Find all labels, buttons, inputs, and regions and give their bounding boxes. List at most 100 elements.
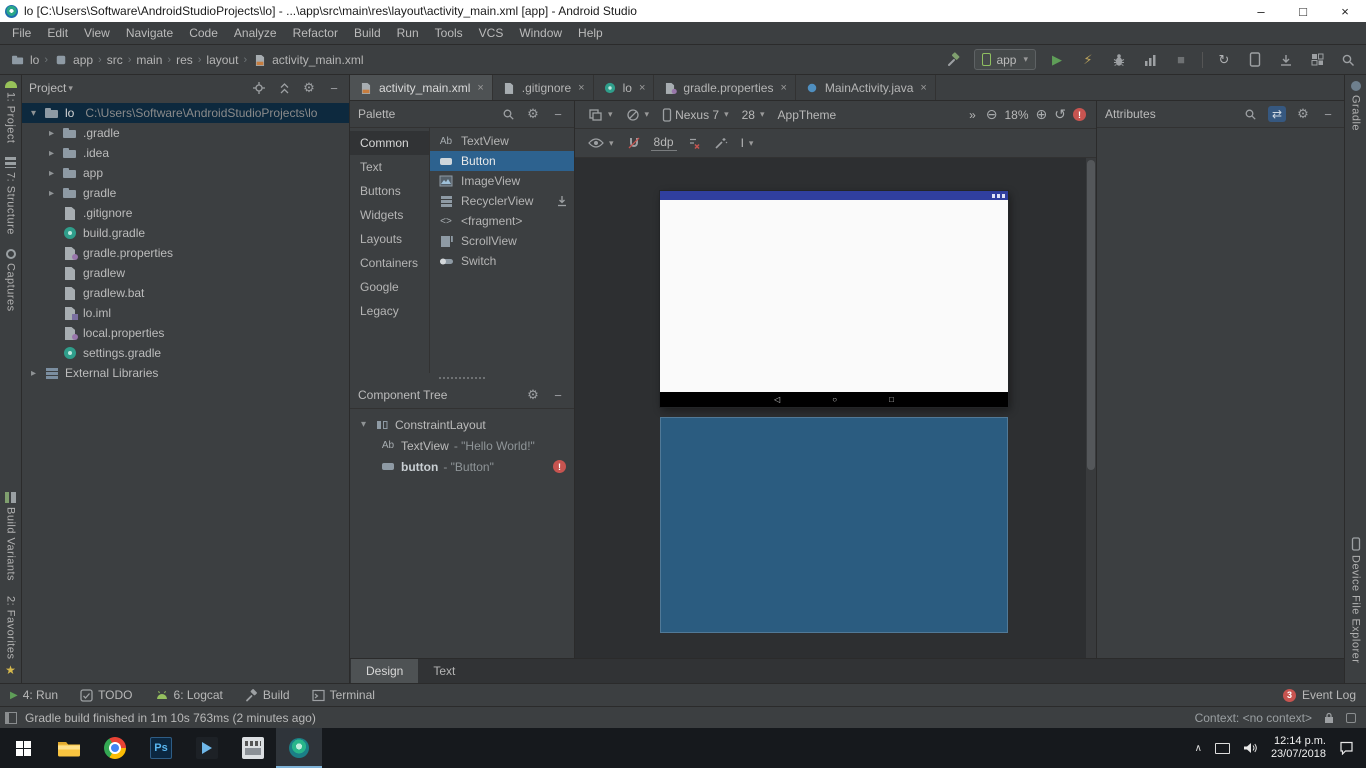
hide-panel-icon[interactable]: − (550, 387, 566, 403)
breadcrumb-app[interactable]: app (51, 52, 95, 68)
palette-category-containers[interactable]: Containers (350, 251, 429, 275)
debug-icon[interactable] (1109, 50, 1129, 70)
toolwindow-project-button[interactable]: 1: Project (5, 81, 17, 143)
media-app-button[interactable] (184, 728, 230, 768)
volume-icon[interactable] (1243, 742, 1258, 754)
breadcrumb-res[interactable]: res (174, 53, 195, 67)
chevron-right-icon[interactable]: ▸ (28, 368, 39, 379)
hide-panel-icon[interactable]: − (550, 106, 566, 122)
maximize-button[interactable]: □ (1282, 0, 1324, 22)
gear-icon[interactable]: ⚙ (525, 106, 541, 122)
chevron-right-icon[interactable]: ▸ (46, 188, 57, 199)
palette-category-widgets[interactable]: Widgets (350, 203, 429, 227)
menu-build[interactable]: Build (346, 22, 389, 44)
toolwindow-logcat-button[interactable]: 6: Logcat (155, 688, 223, 702)
toolwindow-gradle-button[interactable]: Gradle (1350, 81, 1362, 131)
palette-category-text[interactable]: Text (350, 155, 429, 179)
toolwindow-build-variants-button[interactable]: Build Variants (5, 492, 17, 581)
palette-item-button[interactable]: Button (430, 151, 574, 171)
menu-navigate[interactable]: Navigate (118, 22, 181, 44)
overflow-actions[interactable]: » (966, 108, 979, 122)
hidden-icons-chevron[interactable]: ∧ (1195, 743, 1202, 754)
palette-item-recyclerview[interactable]: RecyclerView (430, 191, 574, 211)
menu-edit[interactable]: Edit (39, 22, 76, 44)
toolwindow-structure-button[interactable]: 7: Structure (5, 157, 17, 235)
palette-category-buttons[interactable]: Buttons (350, 179, 429, 203)
chevron-down-icon[interactable]: ▾ (358, 419, 369, 430)
orientation-selector[interactable]: ▾ (623, 108, 653, 122)
toggle-all-attributes-icon[interactable]: ⇄ (1268, 106, 1286, 122)
close-icon[interactable]: × (578, 82, 584, 94)
palette-item-imageview[interactable]: ImageView (430, 171, 574, 191)
display-icon[interactable] (1215, 743, 1230, 754)
tree-item-gradle-properties[interactable]: gradle.properties (22, 243, 349, 263)
gear-icon[interactable]: ⚙ (525, 387, 541, 403)
chevron-right-icon[interactable]: ▸ (46, 148, 57, 159)
scroll-from-source-icon[interactable] (251, 80, 267, 96)
gear-icon[interactable]: ⚙ (301, 80, 317, 96)
close-icon[interactable]: × (780, 82, 786, 94)
api-selector[interactable]: 28 ▾ (739, 108, 768, 122)
render-errors-badge[interactable]: ! (1073, 108, 1086, 121)
file-explorer-button[interactable] (46, 728, 92, 768)
tree-item-build-gradle[interactable]: build.gradle (22, 223, 349, 243)
editor-tab-gradle-properties[interactable]: gradle.properties × (654, 75, 796, 100)
menu-help[interactable]: Help (570, 22, 611, 44)
close-button[interactable]: × (1324, 0, 1366, 22)
toolwindow-captures-button[interactable]: Captures (5, 249, 17, 312)
close-icon[interactable]: × (477, 82, 483, 94)
palette-category-google[interactable]: Google (350, 275, 429, 299)
chrome-button[interactable] (92, 728, 138, 768)
autoconnect-toggle[interactable] (624, 136, 644, 150)
toolwindow-terminal-button[interactable]: Terminal (312, 688, 375, 702)
project-panel-title[interactable]: Project (29, 81, 66, 95)
chevron-right-icon[interactable]: ▸ (46, 168, 57, 179)
android-studio-taskbar-button[interactable] (276, 728, 322, 768)
design-canvas[interactable]: ◁ ○ □ (575, 158, 1096, 658)
menu-tools[interactable]: Tools (427, 22, 471, 44)
editor-tab-activity-main[interactable]: activity_main.xml × (350, 75, 493, 100)
tree-item-external-libraries[interactable]: ▸ External Libraries (22, 363, 349, 383)
collapse-all-icon[interactable] (276, 80, 292, 96)
editor-tab-gitignore[interactable]: .gitignore × (493, 75, 594, 100)
avd-manager-icon[interactable] (1245, 50, 1265, 70)
zoom-in-button[interactable]: ⊕ (1036, 106, 1048, 123)
menu-code[interactable]: Code (181, 22, 226, 44)
event-log-button[interactable]: 3 Event Log (1283, 688, 1356, 702)
infer-constraints-button[interactable] (711, 136, 731, 150)
surface-mode-selector[interactable]: ▾ (585, 108, 616, 122)
layout-inspector-icon[interactable] (1307, 50, 1327, 70)
tree-item-gradlew-bat[interactable]: gradlew.bat (22, 283, 349, 303)
blueprint-view[interactable] (660, 417, 1008, 633)
clear-constraints-button[interactable] (684, 136, 704, 150)
tree-item-gradle-folder[interactable]: ▸ gradle (22, 183, 349, 203)
toolwindow-build-button[interactable]: Build (245, 688, 290, 702)
component-button[interactable]: button - "Button" ! (350, 456, 574, 477)
breadcrumb-main[interactable]: main (134, 53, 164, 67)
chevron-down-icon[interactable]: ▾ (28, 108, 39, 119)
palette-item-textview[interactable]: Ab TextView (430, 131, 574, 151)
zoom-fit-button[interactable]: ↺ (1054, 106, 1066, 123)
search-icon[interactable] (500, 106, 516, 122)
design-preview-device[interactable]: ◁ ○ □ (660, 191, 1008, 407)
toolwindow-device-explorer-button[interactable]: Device File Explorer (1350, 537, 1362, 663)
breadcrumb-file[interactable]: activity_main.xml (250, 52, 365, 68)
build-hammer-icon[interactable] (943, 50, 963, 70)
search-icon[interactable] (1243, 106, 1259, 122)
tree-item-project-root[interactable]: ▾ lo C:\Users\Software\AndroidStudioProj… (22, 103, 349, 123)
tree-item-settings-gradle[interactable]: settings.gradle (22, 343, 349, 363)
minimize-button[interactable]: – (1240, 0, 1282, 22)
component-constraintlayout[interactable]: ▾ ConstraintLayout (350, 414, 574, 435)
hide-panel-icon[interactable]: − (326, 80, 342, 96)
photoshop-button[interactable]: Ps (138, 728, 184, 768)
toolwindow-favorites-button[interactable]: 2: Favorites ★ (5, 596, 17, 677)
profiler-icon[interactable] (1140, 50, 1160, 70)
toolwindow-run-button[interactable]: ▶ 4: Run (10, 688, 58, 702)
menu-run[interactable]: Run (389, 22, 427, 44)
device-selector[interactable]: Nexus 7 ▾ (659, 108, 732, 122)
menu-view[interactable]: View (76, 22, 118, 44)
taskbar-clock[interactable]: 12:14 p.m. 23/07/2018 (1271, 735, 1326, 761)
stop-button[interactable]: ■ (1171, 50, 1191, 70)
sync-gradle-icon[interactable]: ↻ (1214, 50, 1234, 70)
toolwindow-todo-button[interactable]: TODO (80, 688, 132, 702)
